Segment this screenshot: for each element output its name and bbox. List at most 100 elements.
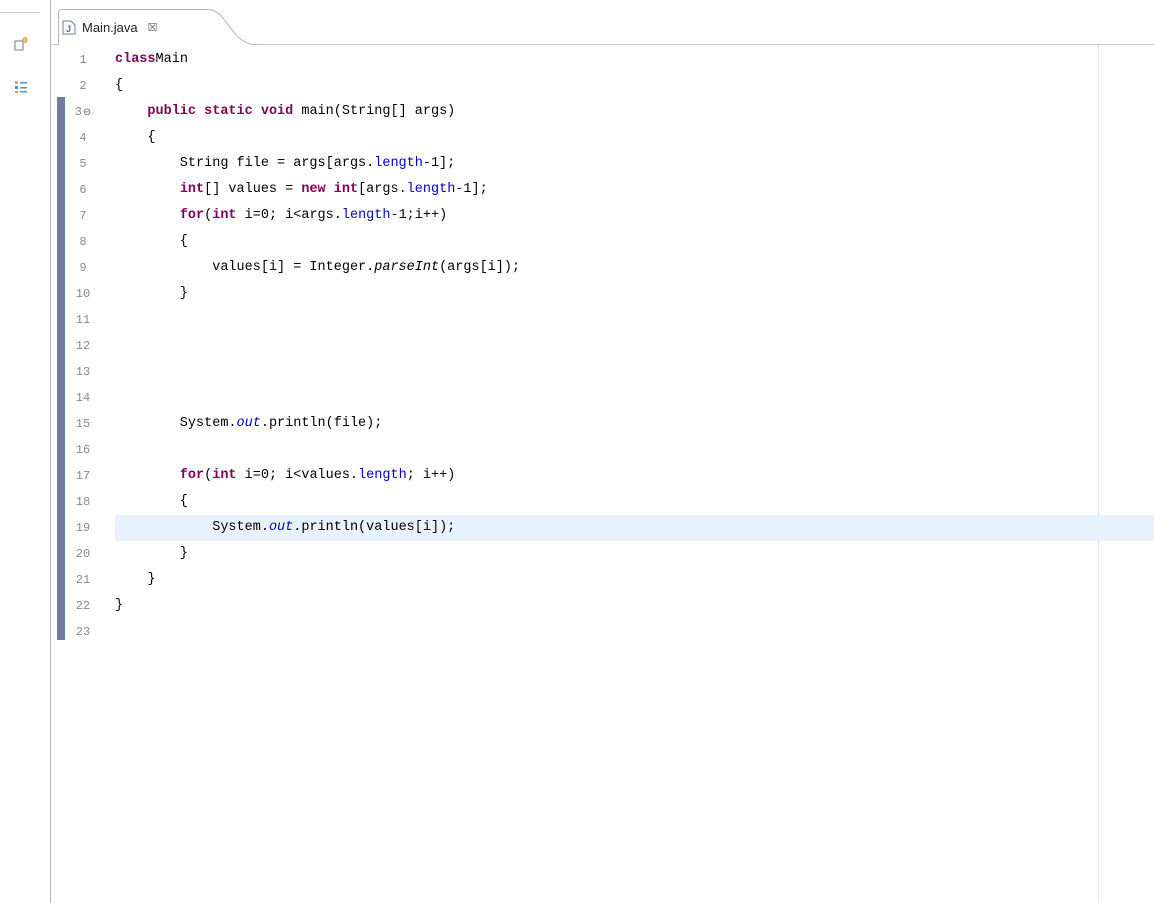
code-token: { bbox=[115, 234, 188, 249]
code-token: (args[i]); bbox=[439, 260, 521, 275]
line-number: 13 bbox=[75, 365, 91, 379]
code-line[interactable]: 6 int[] values = new int[args.length-1]; bbox=[51, 177, 1154, 203]
code-token: parseInt bbox=[374, 260, 440, 275]
outline-icon[interactable] bbox=[14, 80, 28, 94]
java-editor: J Main.java ☒ 1 classMain 2{3⊖ public stat… bbox=[50, 0, 1154, 903]
keyword-token: static bbox=[204, 104, 253, 119]
code-token: [] values = bbox=[204, 182, 302, 197]
code-token: } bbox=[115, 572, 156, 587]
code-line[interactable]: 14 bbox=[51, 385, 1154, 411]
code-text: int[] values = new int[args.length-1]; bbox=[115, 177, 488, 203]
keyword-token: int bbox=[212, 208, 237, 223]
keyword-token: public bbox=[147, 104, 197, 119]
code-line[interactable]: 3⊖ public static void main(String[] args… bbox=[51, 99, 1154, 125]
code-line[interactable]: 8 { bbox=[51, 229, 1154, 255]
code-token: { bbox=[115, 130, 156, 145]
code-line[interactable]: 12 bbox=[51, 333, 1154, 359]
line-number: 10 bbox=[75, 287, 91, 301]
svg-text:J: J bbox=[66, 24, 71, 34]
side-trim-bar bbox=[0, 0, 50, 903]
line-number: 5 bbox=[79, 157, 87, 171]
line-number: 12 bbox=[75, 339, 91, 353]
code-line[interactable]: 16 bbox=[51, 437, 1154, 463]
code-line[interactable]: 2{ bbox=[51, 73, 1154, 99]
keyword-token: for bbox=[179, 208, 205, 223]
line-number: 4 bbox=[79, 131, 87, 145]
keyword-token: new bbox=[301, 182, 326, 197]
keyword-token: class bbox=[115, 52, 156, 67]
field-token: out bbox=[236, 416, 261, 431]
line-number: 16 bbox=[75, 443, 91, 457]
close-icon[interactable]: ☒ bbox=[148, 21, 158, 34]
code-token: String file = args[args. bbox=[115, 156, 375, 171]
code-line[interactable]: 11 bbox=[51, 307, 1154, 333]
code-line[interactable]: 7 for(int i=0; i<args.length-1;i++) bbox=[51, 203, 1154, 229]
code-text: System.out.println(values[i]); bbox=[115, 515, 455, 541]
line-number: 1 bbox=[79, 53, 87, 67]
code-text: values[i] = Integer.parseInt(args[i]); bbox=[115, 255, 520, 281]
code-token: } bbox=[115, 286, 188, 301]
restore-icon[interactable] bbox=[14, 37, 28, 51]
line-number: 11 bbox=[75, 313, 91, 327]
code-token: .println(values[i]); bbox=[293, 520, 456, 535]
line-number: 23 bbox=[75, 625, 91, 639]
code-token: i=0; i<values. bbox=[236, 468, 359, 483]
code-token: -1;i++) bbox=[390, 208, 448, 223]
code-line[interactable]: 4 { bbox=[51, 125, 1154, 151]
field-token: length bbox=[358, 468, 407, 483]
code-token: { bbox=[115, 494, 188, 509]
code-token: System. bbox=[115, 520, 269, 535]
code-text: { bbox=[115, 125, 156, 151]
code-text: for(int i=0; i<values.length; i++) bbox=[115, 463, 455, 489]
code-line[interactable]: 1 classMain bbox=[51, 47, 1154, 73]
field-token: out bbox=[268, 520, 294, 535]
code-token: -1]; bbox=[422, 156, 456, 171]
line-number: 14 bbox=[75, 391, 91, 405]
field-token: length bbox=[341, 208, 391, 223]
code-area[interactable]: 1 classMain 2{3⊖ public static void main(S… bbox=[51, 45, 1154, 903]
code-line[interactable]: 10 } bbox=[51, 281, 1154, 307]
code-line[interactable]: 23 bbox=[51, 619, 1154, 645]
code-text: { bbox=[115, 229, 188, 255]
code-token: main(String[] args) bbox=[293, 104, 456, 119]
code-text: } bbox=[115, 541, 188, 567]
code-line[interactable]: 22} bbox=[51, 593, 1154, 619]
line-number: 18 bbox=[75, 495, 91, 509]
line-number: 17 bbox=[75, 469, 91, 483]
line-number: 22 bbox=[75, 599, 91, 613]
code-line[interactable]: 19 System.out.println(values[i]); bbox=[51, 515, 1154, 541]
code-token: System. bbox=[115, 416, 237, 431]
code-text: String file = args[args.length-1]; bbox=[115, 151, 455, 177]
code-line[interactable]: 9 values[i] = Integer.parseInt(args[i]); bbox=[51, 255, 1154, 281]
code-line[interactable]: 20 } bbox=[51, 541, 1154, 567]
code-token: i=0; i<args. bbox=[236, 208, 342, 223]
line-number: 9 bbox=[79, 261, 87, 275]
trim-divider bbox=[0, 12, 40, 13]
code-line[interactable]: 5 String file = args[args.length-1]; bbox=[51, 151, 1154, 177]
field-token: length bbox=[406, 182, 456, 197]
keyword-token: int bbox=[212, 468, 237, 483]
code-token: [args. bbox=[358, 182, 407, 197]
code-token: values[i] = Integer. bbox=[115, 260, 375, 275]
fold-toggle-icon[interactable]: ⊖ bbox=[83, 108, 91, 119]
code-line[interactable]: 21 } bbox=[51, 567, 1154, 593]
keyword-token: int bbox=[179, 182, 205, 197]
tab-label: Main.java bbox=[82, 19, 138, 35]
keyword-token: int bbox=[333, 182, 359, 197]
java-file-icon: J bbox=[62, 20, 76, 34]
tab-main-java[interactable]: J Main.java ☒ bbox=[58, 9, 258, 45]
code-line[interactable]: 15 System.out.println(file); bbox=[51, 411, 1154, 437]
code-line[interactable]: 13 bbox=[51, 359, 1154, 385]
editor-tab-bar: J Main.java ☒ bbox=[51, 0, 1154, 45]
code-line[interactable]: 18 { bbox=[51, 489, 1154, 515]
line-number: 7 bbox=[79, 209, 87, 223]
line-number: 20 bbox=[75, 547, 91, 561]
code-token: Main bbox=[155, 52, 188, 67]
code-text: { bbox=[115, 489, 188, 515]
code-line[interactable]: 17 for(int i=0; i<values.length; i++) bbox=[51, 463, 1154, 489]
